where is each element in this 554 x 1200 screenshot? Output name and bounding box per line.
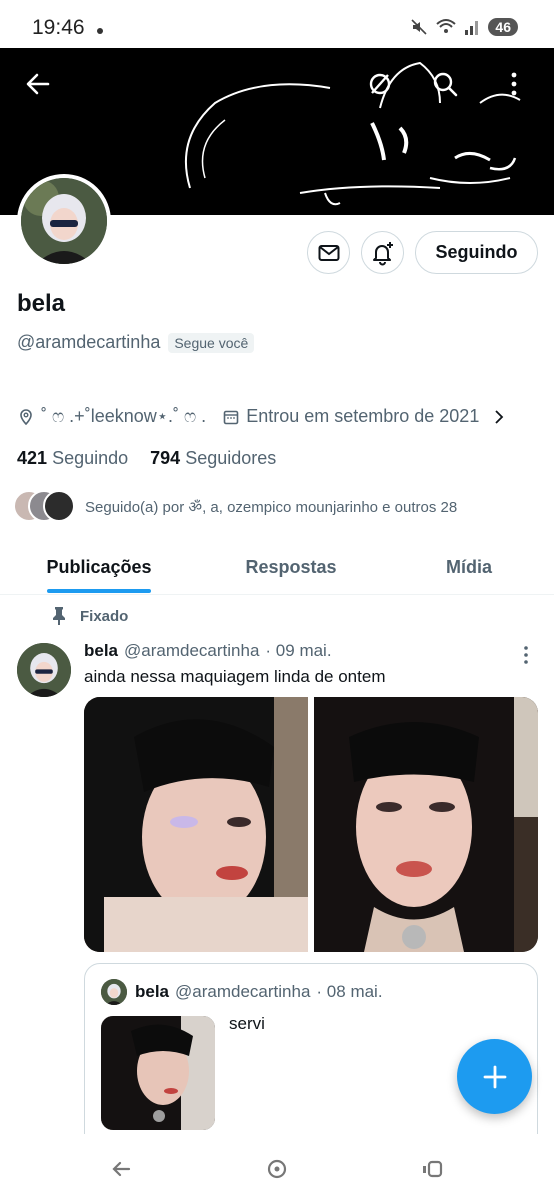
joined-item[interactable]: Entrou em setembro de 2021: [222, 406, 507, 427]
search-button[interactable]: [425, 64, 465, 104]
quote-avatar: [101, 979, 127, 1005]
post-date[interactable]: · 09 mai.: [265, 641, 331, 661]
profile-meta: ˚ ෆ .+˚leeknow⋆.˚ ෆ . Entrou em setembro…: [17, 406, 517, 427]
following-label: Seguindo: [52, 448, 129, 468]
following-button[interactable]: Seguindo: [415, 231, 538, 274]
tab-media[interactable]: Mídia: [384, 540, 554, 594]
post-author-handle[interactable]: @aramdecartinha: [124, 641, 259, 661]
avatar-image: [101, 979, 127, 1005]
tab-indicator: [47, 589, 151, 593]
chevron-right-icon: [495, 409, 504, 424]
post-header: bela @aramdecartinha · 09 mai.: [84, 641, 332, 661]
post-avatar[interactable]: [17, 643, 71, 697]
profile-avatar[interactable]: [17, 174, 111, 268]
message-button[interactable]: [307, 231, 350, 274]
mutual-avatars: [13, 490, 77, 524]
system-nav-bar: [0, 1134, 554, 1200]
quote-text: servi: [229, 1014, 265, 1033]
followers-label: Seguidores: [185, 448, 277, 468]
home-circle-icon: [267, 1159, 287, 1179]
no-translate-icon: [369, 73, 391, 95]
profile-handle: @aramdecartinha: [17, 332, 161, 352]
following-count: 421: [17, 448, 48, 468]
mutual-avatar: [43, 490, 75, 522]
post-author-name[interactable]: bela: [84, 641, 118, 661]
tab-posts[interactable]: Publicações: [0, 540, 198, 594]
calendar-icon: [223, 410, 239, 424]
location-pin-icon: [20, 408, 32, 425]
handle-row: @aramdecartinha Segue você: [17, 332, 255, 353]
tab-replies[interactable]: Respostas: [198, 540, 384, 594]
mute-icon: [411, 19, 427, 35]
pin-icon: [53, 607, 65, 625]
post-text: ainda nessa maquiagem linda de ontem: [84, 667, 386, 686]
translate-off-button[interactable]: [360, 64, 400, 104]
status-bar: 19:46 46: [0, 0, 554, 48]
status-time: 19:46: [32, 16, 85, 39]
quote-header: bela @aramdecartinha · 08 mai.: [135, 982, 383, 1002]
photo-image: [314, 697, 538, 952]
quote-photo[interactable]: [101, 1016, 215, 1130]
followers-count: 794: [150, 448, 181, 468]
followed-by-text: Seguido(a) por ॐ, a, ozempico mounjarinh…: [85, 499, 458, 516]
battery-indicator: 46: [488, 18, 518, 36]
signal-icon: [465, 21, 479, 35]
post-photo[interactable]: [84, 697, 308, 952]
more-vertical-icon: [524, 646, 528, 664]
bell-plus-icon: [372, 241, 393, 265]
back-arrow-icon: [112, 1161, 131, 1177]
more-options-button[interactable]: [494, 64, 534, 104]
post-more-button[interactable]: [520, 645, 532, 670]
follows-you-badge: Segue você: [168, 332, 255, 353]
profile-name: bela: [17, 290, 66, 317]
wifi-icon: [436, 19, 457, 33]
plus-icon: [483, 1065, 506, 1088]
following-count-link[interactable]: 421 Seguindo: [17, 448, 128, 469]
notifications-button[interactable]: [361, 231, 404, 274]
quote-date: · 08 mai.: [316, 982, 383, 1001]
more-vertical-icon: [511, 72, 517, 96]
location-text: ˚ ෆ .+˚leeknow⋆.˚ ෆ .: [41, 406, 207, 426]
pinned-text: Fixado: [80, 607, 129, 625]
joined-text: Entrou em setembro de 2021: [246, 406, 480, 426]
nav-back-button[interactable]: [106, 1154, 136, 1184]
profile-tabs: Publicações Respostas Mídia: [0, 540, 554, 595]
pinned-label-row: Fixado: [50, 606, 128, 626]
nav-recents-button[interactable]: [418, 1154, 448, 1184]
notification-dot-icon: [97, 28, 103, 34]
photo-image: [101, 1016, 215, 1130]
back-button[interactable]: [18, 64, 58, 104]
quote-author-name: bela: [135, 982, 170, 1001]
follow-counts: 421 Seguindo 794 Seguidores: [17, 448, 276, 469]
followers-count-link[interactable]: 794 Seguidores: [150, 448, 276, 469]
avatar-image: [21, 178, 107, 264]
compose-button[interactable]: [457, 1039, 532, 1114]
mail-icon: [318, 244, 339, 261]
followed-by-row[interactable]: Seguido(a) por ॐ, a, ozempico mounjarinh…: [13, 490, 457, 524]
recents-icon: [423, 1160, 443, 1178]
status-icons: 46: [410, 18, 518, 36]
location-item: ˚ ෆ .+˚leeknow⋆.˚ ෆ .: [17, 406, 206, 427]
search-icon: [433, 72, 458, 97]
avatar-image: [17, 643, 71, 697]
quote-author-handle: @aramdecartinha: [175, 982, 311, 1001]
post-photo[interactable]: [314, 697, 538, 952]
nav-home-button[interactable]: [262, 1154, 292, 1184]
photo-image: [84, 697, 308, 952]
back-arrow-icon: [26, 73, 50, 95]
